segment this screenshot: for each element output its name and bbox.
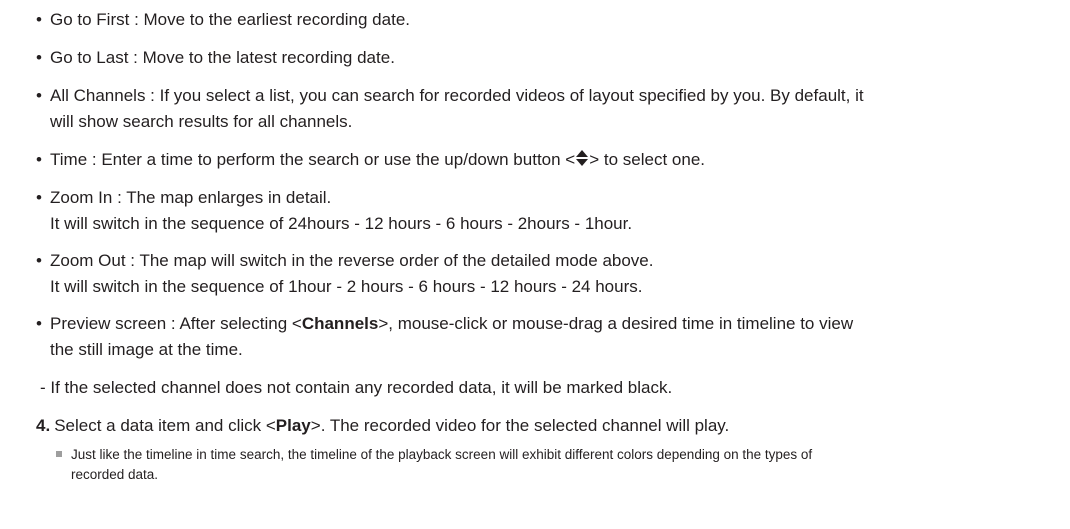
list-item-all-channels: • All Channels : If you select a list, y… xyxy=(36,83,1062,135)
bullet: • xyxy=(36,188,42,207)
step-4: 4. Select a data item and click <Play>. T… xyxy=(36,413,729,439)
list-item-text-line2: will show search results for all channel… xyxy=(50,112,353,131)
list-item-go-to-first: • Go to First : Move to the earliest rec… xyxy=(36,7,1062,33)
sub-note: - If the selected channel does not conta… xyxy=(40,378,673,397)
note-square-icon xyxy=(56,451,62,457)
list-item-text-line2: the still image at the time. xyxy=(50,340,243,359)
list-item-text-line1: Zoom In : The map enlarges in detail. xyxy=(50,188,332,207)
up-down-arrows-icon xyxy=(576,150,589,166)
note: Just like the timeline in time search, t… xyxy=(56,445,1050,485)
list-item-text: Go to First : Move to the earliest recor… xyxy=(50,10,410,29)
list-item-zoom-in: • Zoom In : The map enlarges in detail. … xyxy=(36,185,1062,237)
step-text-post: >. The recorded video for the selected c… xyxy=(310,416,730,435)
bullet: • xyxy=(36,314,42,333)
bullet: • xyxy=(36,251,42,270)
step-text-pre: Select a data item and click < xyxy=(54,416,276,435)
bullet: • xyxy=(36,86,42,105)
bullet: • xyxy=(36,48,42,67)
list-item-text: Time : Enter a time to perform the searc… xyxy=(50,147,1062,173)
list-item-text-line2: It will switch in the sequence of 24hour… xyxy=(50,214,633,233)
time-text-pre: Time : Enter a time to perform the searc… xyxy=(50,150,576,169)
note-text-line1: Just like the timeline in time search, t… xyxy=(71,447,813,462)
list-item-text-line2: It will switch in the sequence of 1hour … xyxy=(50,277,643,296)
time-text-post: > to select one. xyxy=(589,150,706,169)
play-keyword: Play xyxy=(275,416,311,435)
bullet: • xyxy=(36,10,42,29)
channels-keyword: Channels xyxy=(301,314,379,333)
step-number: 4. xyxy=(36,416,51,435)
preview-text-pre: Preview screen : After selecting < xyxy=(50,314,302,333)
preview-text-post: >, mouse-click or mouse-drag a desired t… xyxy=(378,314,854,333)
list-item-zoom-out: • Zoom Out : The map will switch in the … xyxy=(36,248,1062,300)
manual-page: • Go to First : Move to the earliest rec… xyxy=(0,0,1070,529)
list-item-text-line1: Preview screen : After selecting <Channe… xyxy=(50,311,1062,337)
bullet: • xyxy=(36,150,42,169)
note-text-line2: recorded data. xyxy=(71,467,159,482)
list-item-time: • Time : Enter a time to perform the sea… xyxy=(36,147,1062,173)
list-item-text-line1: Zoom Out : The map will switch in the re… xyxy=(50,251,654,270)
list-item-go-to-last: • Go to Last : Move to the latest record… xyxy=(36,45,1062,71)
list-item-text-line1: All Channels : If you select a list, you… xyxy=(50,86,864,105)
list-item-text: Go to Last : Move to the latest recordin… xyxy=(50,48,395,67)
list-item-preview-screen: • Preview screen : After selecting <Chan… xyxy=(36,311,1062,363)
